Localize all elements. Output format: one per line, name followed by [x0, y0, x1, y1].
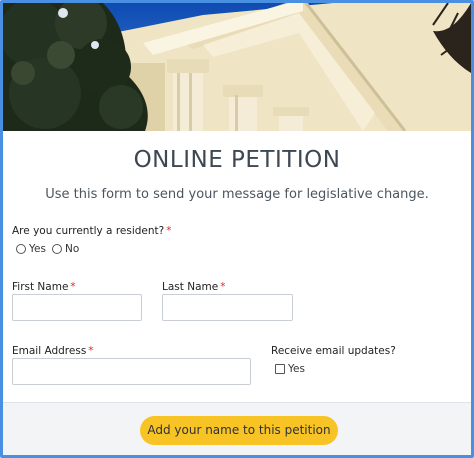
first-name-label-text: First Name [12, 281, 69, 293]
resident-no-label: No [65, 243, 80, 255]
resident-question-text: Are you currently a resident? [12, 225, 165, 237]
resident-no-radio[interactable] [52, 244, 62, 254]
email-label-text: Email Address [12, 345, 87, 357]
resident-no-option[interactable]: No [52, 243, 79, 255]
email-updates-yes-label: Yes [288, 363, 305, 375]
building-photo-icon [3, 3, 471, 131]
last-name-field[interactable] [162, 294, 293, 321]
email-updates-label: Receive email updates? [271, 345, 396, 357]
required-mark: * [88, 345, 94, 357]
first-name-label: First Name * [12, 281, 76, 293]
required-mark: * [70, 281, 76, 293]
last-name-label-text: Last Name [162, 281, 219, 293]
email-updates-option[interactable]: Yes [275, 363, 305, 375]
page-title: ONLINE PETITION [133, 147, 341, 173]
email-updates-checkbox[interactable] [275, 364, 285, 374]
email-label: Email Address * [12, 345, 94, 357]
header-image [3, 3, 471, 131]
required-mark: * [220, 281, 226, 293]
email-field[interactable] [12, 358, 251, 385]
resident-yes-option[interactable]: Yes [16, 243, 46, 255]
last-name-label: Last Name * [162, 281, 225, 293]
required-mark: * [166, 225, 172, 237]
petition-form: ONLINE PETITION Use this form to send yo… [0, 0, 474, 458]
resident-yes-radio[interactable] [16, 244, 26, 254]
resident-yes-label: Yes [29, 243, 46, 255]
resident-question-label: Are you currently a resident? * [12, 225, 171, 237]
page-subtitle: Use this form to send your message for l… [45, 187, 429, 202]
submit-petition-button[interactable]: Add your name to this petition [140, 416, 338, 445]
first-name-field[interactable] [12, 294, 142, 321]
